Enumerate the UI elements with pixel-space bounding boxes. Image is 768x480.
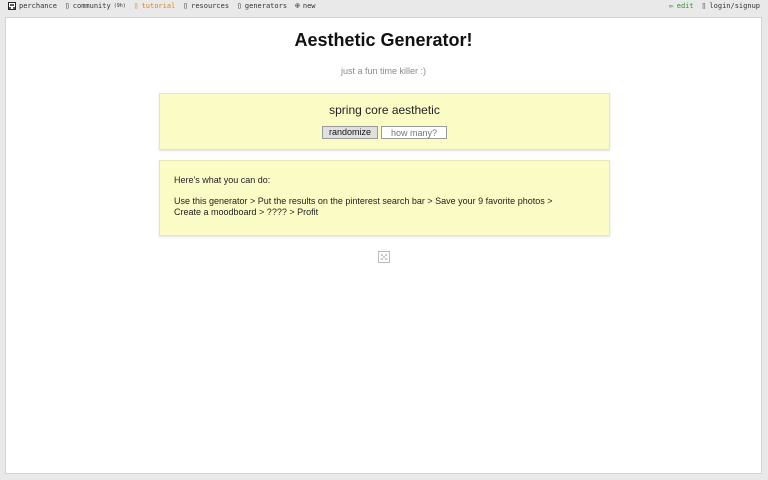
nav-edit-label: edit [676,2,694,10]
info-box: Here's what you can do: Use this generat… [159,160,610,236]
info-line-2: Create a moodboard > ???? > Profit [174,207,319,217]
info-heading: Here's what you can do: [174,175,271,185]
generator-output: spring core aesthetic [329,103,440,117]
generator-box: spring core aesthetic randomize [159,93,610,150]
pencil-icon: ✏ [668,1,674,10]
randomize-button[interactable]: randomize [322,126,378,139]
how-many-input[interactable] [381,126,447,139]
nav-login-link[interactable]: ▯ login/signup [701,1,760,11]
generator-controls: randomize [160,126,609,139]
nav-tutorial-label: tutorial [141,2,176,10]
nav-generators-label: generators [244,2,288,10]
nav-new-label: new [302,2,316,10]
nav-edit-link[interactable]: ✏ edit [668,1,694,11]
nav-resources-link[interactable]: ▯ resources [183,1,230,11]
plus-circle-icon: ⊕ [295,1,300,10]
user-icon: ▯ [701,1,707,10]
book-icon: ▯ [133,1,139,10]
nav-community-link[interactable]: ▯ community (9h) [64,1,126,11]
generators-icon: ▯ [237,1,242,10]
info-line-1: Use this generator > Put the results on … [174,196,553,206]
page-subtitle: just a fun time killer :) [340,66,427,76]
info-text: Use this generator > Put the results on … [174,196,594,218]
chat-icon: ▯ [64,1,70,10]
nav-brand-label: perchance [19,2,57,10]
page-title: Aesthetic Generator! [294,30,473,50]
nav-generators-link[interactable]: ▯ generators [237,1,288,11]
nav-resources-label: resources [191,2,230,10]
nav-login-label: login/signup [709,2,760,10]
nav-home-link[interactable]: perchance [8,2,57,10]
top-nav: perchance ▯ community (9h) ▯ tutorial ▯ … [0,0,768,16]
resources-icon: ▯ [183,1,189,10]
nav-left: perchance ▯ community (9h) ▯ tutorial ▯ … [8,2,316,10]
generator-page: Aesthetic Generator! just a fun time kil… [5,17,762,474]
nav-new-link[interactable]: ⊕ new [295,1,316,11]
community-badge: (9h) [113,3,126,9]
nav-tutorial-link[interactable]: ▯ tutorial [133,1,176,11]
dice-logo-icon [8,2,16,10]
dice-footer-icon [378,251,390,263]
nav-community-label: community [72,2,111,10]
nav-right: ✏ edit ▯ login/signup [668,1,760,11]
